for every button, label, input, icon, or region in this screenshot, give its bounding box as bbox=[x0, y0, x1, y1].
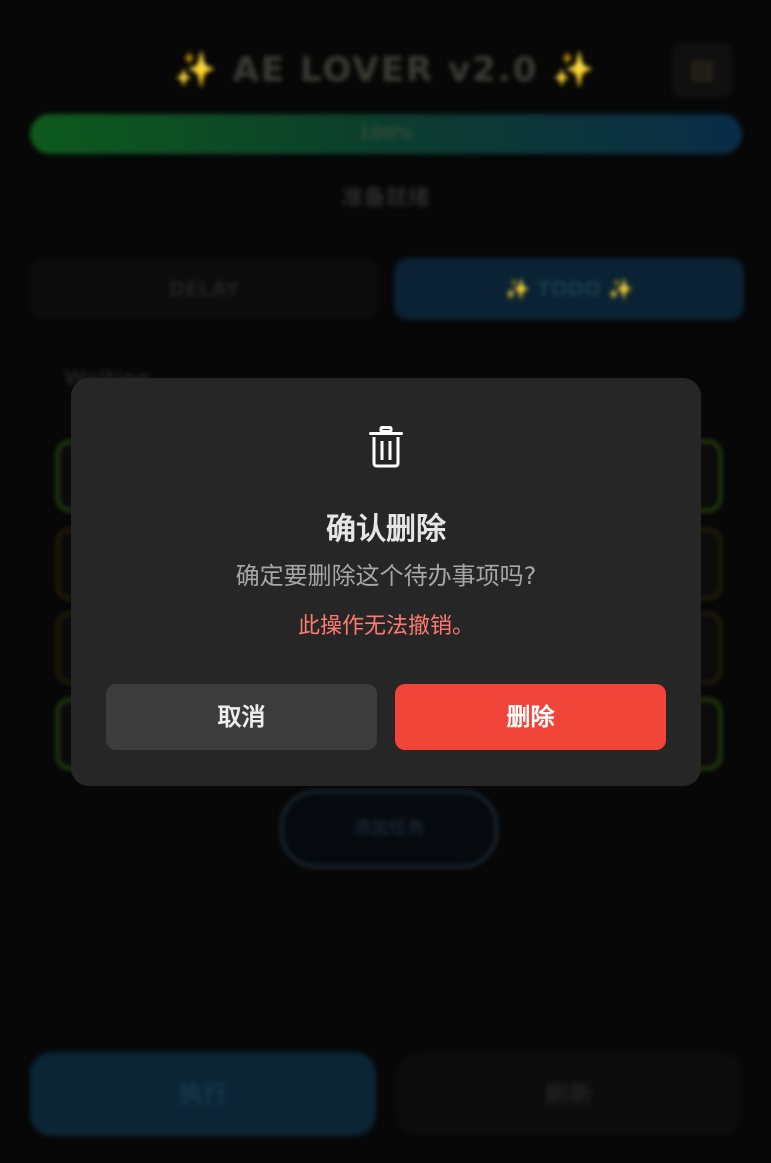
app-title: ✨ AE LOVER v2.0 ✨ bbox=[0, 50, 771, 90]
add-task-button[interactable]: 添加任务 bbox=[280, 790, 498, 868]
tab-todo[interactable]: ✨ TODO ✨ bbox=[394, 258, 744, 320]
delete-button[interactable]: 删除 bbox=[395, 684, 666, 750]
trash-icon bbox=[369, 426, 403, 468]
tab-delay[interactable]: DELAY bbox=[30, 258, 378, 320]
sparkle-icon: ✨ bbox=[552, 50, 597, 90]
dialog-message: 确定要删除这个待办事项吗? bbox=[235, 562, 537, 590]
run-button[interactable]: 执行 bbox=[30, 1052, 376, 1136]
confirm-delete-dialog: 确认删除 确定要删除这个待办事项吗? 此操作无法撤销。 取消 删除 bbox=[71, 378, 701, 786]
app-title-text: AE LOVER v2.0 bbox=[232, 50, 539, 90]
dialog-title: 确认删除 bbox=[326, 512, 446, 547]
clipboard-button[interactable]: ▤ bbox=[672, 42, 732, 98]
dialog-warning: 此操作无法撤销。 bbox=[297, 614, 474, 639]
status-text: 准备就绪 bbox=[341, 186, 430, 211]
tab-todo-label: TODO bbox=[536, 277, 602, 301]
sparkle-icon: ✨ bbox=[505, 277, 530, 301]
progress-bar: 100% bbox=[30, 114, 742, 154]
sparkle-icon: ✨ bbox=[174, 50, 219, 90]
cancel-button[interactable]: 取消 bbox=[106, 684, 377, 750]
clipboard-icon: ▤ bbox=[689, 55, 715, 85]
progress-text: 100% bbox=[358, 123, 414, 144]
refresh-button[interactable]: 刷新 bbox=[396, 1052, 742, 1136]
sparkle-icon: ✨ bbox=[608, 277, 633, 301]
